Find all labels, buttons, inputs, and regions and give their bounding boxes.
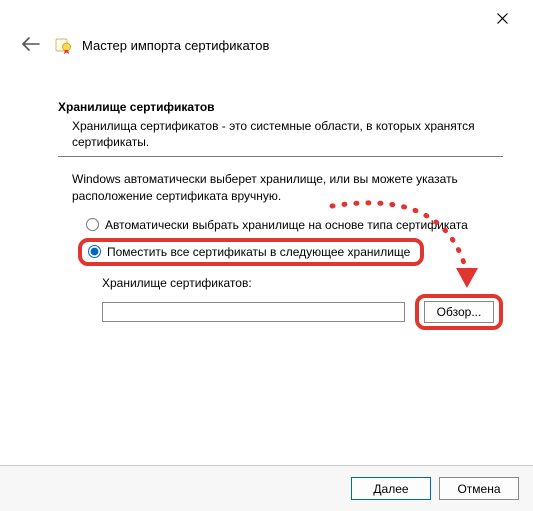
certificate-wizard-icon (54, 36, 72, 54)
radio-auto-input[interactable] (86, 218, 99, 231)
wizard-footer: Далее Отмена (0, 465, 533, 511)
browse-button[interactable]: Обзор... (424, 301, 494, 323)
wizard-content: Хранилище сертификатов Хранилища сертифи… (58, 100, 503, 330)
instruction-text: Windows автоматически выберет хранилище,… (72, 171, 503, 203)
radio-place-input[interactable] (88, 245, 101, 258)
highlight-browse: Обзор... (415, 294, 503, 330)
divider (58, 156, 503, 157)
section-heading: Хранилище сертификатов (58, 100, 503, 114)
radio-auto-label: Автоматически выбрать хранилище на основ… (105, 218, 468, 232)
close-button[interactable] (481, 4, 523, 32)
radio-group: Автоматически выбрать хранилище на основ… (86, 216, 503, 268)
section-description: Хранилища сертификатов - это системные о… (72, 118, 503, 150)
wizard-title: Мастер импорта сертификатов (82, 38, 269, 53)
cancel-button[interactable]: Отмена (439, 477, 519, 500)
store-field-label: Хранилище сертификатов: (102, 276, 503, 290)
wizard-window: Мастер импорта сертификатов Хранилище се… (0, 0, 533, 511)
radio-auto-select[interactable]: Автоматически выбрать хранилище на основ… (86, 216, 503, 234)
wizard-header: Мастер импорта сертификатов (18, 34, 515, 56)
highlight-place-option: Поместить все сертификаты в следующее хр… (78, 238, 424, 266)
store-subsection: Хранилище сертификатов: Обзор... (102, 276, 503, 330)
close-icon (497, 13, 508, 24)
back-arrow-icon[interactable] (18, 34, 44, 56)
store-path-input[interactable] (102, 302, 405, 322)
radio-place-label: Поместить все сертификаты в следующее хр… (107, 245, 410, 259)
next-button[interactable]: Далее (351, 477, 431, 500)
